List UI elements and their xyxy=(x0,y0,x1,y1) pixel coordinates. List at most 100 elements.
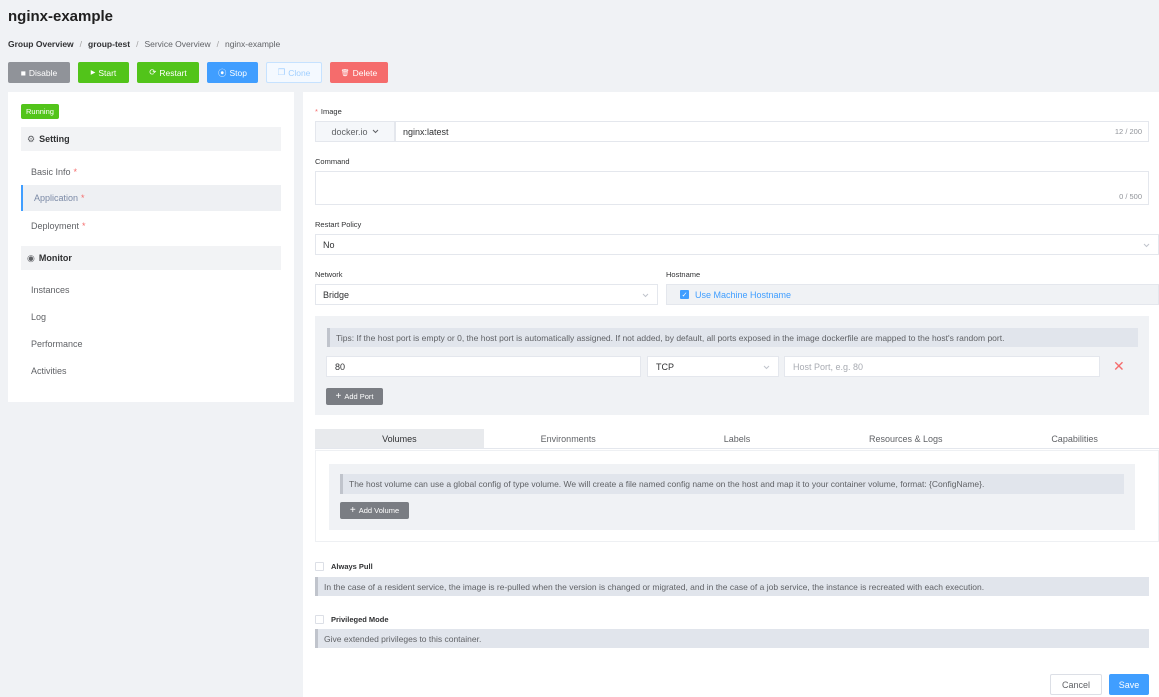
required-mark: * xyxy=(315,107,318,116)
delete-button[interactable]: 🗑 Delete xyxy=(330,62,388,83)
privileged-mode-label: Privileged Mode xyxy=(331,615,389,624)
restart-policy-select[interactable]: No xyxy=(315,234,1159,255)
start-button[interactable]: ▶ Start xyxy=(78,62,129,83)
sidebar-group-setting: ⚙ Setting xyxy=(21,127,281,151)
clone-button[interactable]: ❐ Clone xyxy=(266,62,322,83)
chevron-down-icon xyxy=(372,129,378,134)
restart-policy-label: Restart Policy xyxy=(315,220,362,229)
chevron-down-icon xyxy=(763,365,770,370)
config-tabs: Volumes Environments Labels Resources & … xyxy=(315,429,1159,449)
clone-button-label: Clone xyxy=(288,67,311,78)
page-title: nginx-example xyxy=(8,8,114,25)
image-input[interactable]: nginx:latest 12 / 200 xyxy=(395,121,1149,142)
tab-capabilities[interactable]: Capabilities xyxy=(990,429,1159,448)
delete-button-label: Delete xyxy=(352,67,378,78)
cancel-button[interactable]: Cancel xyxy=(1050,674,1102,695)
breadcrumb-group-overview[interactable]: Group Overview xyxy=(8,39,74,49)
checkbox-icon xyxy=(315,562,324,571)
container-port-value: 80 xyxy=(335,361,346,372)
tab-environments[interactable]: Environments xyxy=(484,429,653,448)
sidebar-item-label: Log xyxy=(31,312,47,322)
registry-select[interactable]: docker.io xyxy=(315,121,395,142)
refresh-icon: ⟳ xyxy=(149,67,157,77)
image-label-text: Image xyxy=(320,107,342,116)
close-icon[interactable]: ✕ xyxy=(1113,358,1125,375)
sidebar-item-label: Performance xyxy=(31,339,83,349)
add-volume-button[interactable]: + Add Volume xyxy=(340,502,409,519)
sidebar-item-performance[interactable]: Performance xyxy=(21,331,281,357)
image-label: * Image xyxy=(315,107,342,116)
image-input-value: nginx:latest xyxy=(403,126,449,137)
checkbox-icon xyxy=(315,615,324,624)
status-badge: Running xyxy=(21,104,59,119)
restart-button[interactable]: ⟳ Restart xyxy=(137,62,199,83)
stop-button[interactable]: ⦿ Stop xyxy=(207,62,258,83)
checkbox-checked-icon: ✓ xyxy=(680,290,689,299)
monitor-icon: ◉ xyxy=(27,252,35,263)
sidebar: Running ⚙ Setting Basic Info * Applicatio… xyxy=(8,92,294,402)
required-mark: * xyxy=(73,167,78,177)
chevron-down-icon xyxy=(1143,243,1150,248)
sidebar-item-instances[interactable]: Instances xyxy=(21,277,281,303)
breadcrumb-group-test[interactable]: group-test xyxy=(88,39,130,49)
sidebar-item-basic-info[interactable]: Basic Info * xyxy=(21,159,281,185)
breadcrumb-separator: / xyxy=(136,39,139,49)
container-port-input[interactable]: 80 xyxy=(326,356,641,377)
breadcrumb-separator: / xyxy=(79,39,83,49)
privileged-mode-checkbox[interactable]: Privileged Mode xyxy=(315,615,389,624)
required-mark: * xyxy=(82,221,86,231)
chevron-down-icon xyxy=(642,293,649,298)
volumes-panel: The host volume can use a global config … xyxy=(315,450,1159,542)
breadcrumb-current: nginx-example xyxy=(224,39,281,49)
tab-resources-logs[interactable]: Resources & Logs xyxy=(821,429,990,448)
start-button-label: Start xyxy=(98,67,117,78)
sidebar-item-deployment[interactable]: Deployment * xyxy=(21,213,281,239)
main-form: * Image docker.io nginx:latest 12 / 200 C… xyxy=(303,92,1159,697)
sidebar-item-log[interactable]: Log xyxy=(21,304,281,330)
required-mark: * xyxy=(81,193,85,203)
save-button[interactable]: Save xyxy=(1109,674,1149,695)
stop-circle-icon: ⦿ xyxy=(217,67,227,78)
plus-icon: + xyxy=(335,391,342,402)
sidebar-item-application[interactable]: Application * xyxy=(21,185,281,211)
sidebar-item-label: Activities xyxy=(31,366,67,376)
command-char-count: 0 / 500 xyxy=(1119,192,1142,201)
restart-policy-value: No xyxy=(323,239,335,250)
stop-button-label: Stop xyxy=(229,67,248,78)
sidebar-item-label: Deployment xyxy=(31,221,80,231)
sidebar-item-label: Instances xyxy=(31,285,70,295)
add-port-label: Add Port xyxy=(344,392,374,401)
ports-section: Tips: If the host port is empty or 0, th… xyxy=(315,316,1149,415)
always-pull-checkbox[interactable]: Always Pull xyxy=(315,562,373,571)
ports-tips: Tips: If the host port is empty or 0, th… xyxy=(327,328,1138,347)
volumes-tips: The host volume can use a global config … xyxy=(340,474,1124,494)
host-port-placeholder: Host Port, e.g. 80 xyxy=(793,361,864,372)
breadcrumb: Group Overview / group-test / Service Ov… xyxy=(8,39,280,49)
command-textarea[interactable]: 0 / 500 xyxy=(315,171,1149,205)
protocol-select[interactable]: TCP xyxy=(647,356,779,377)
use-machine-hostname-checkbox[interactable]: ✓ Use Machine Hostname xyxy=(666,284,1159,305)
add-volume-label: Add Volume xyxy=(358,506,400,515)
breadcrumb-separator: / xyxy=(216,39,219,49)
host-port-input[interactable]: Host Port, e.g. 80 xyxy=(784,356,1100,377)
sidebar-group-label: Setting xyxy=(39,134,70,144)
registry-value: docker.io xyxy=(331,126,368,137)
network-value: Bridge xyxy=(323,289,350,300)
plus-icon: + xyxy=(349,505,356,516)
tab-labels[interactable]: Labels xyxy=(653,429,822,448)
tab-volumes[interactable]: Volumes xyxy=(315,429,484,448)
sidebar-group-monitor: ◉ Monitor xyxy=(21,246,281,270)
play-icon: ▶ xyxy=(90,70,96,76)
copy-icon: ❐ xyxy=(277,67,286,77)
network-select[interactable]: Bridge xyxy=(315,284,658,305)
sidebar-item-label: Basic Info xyxy=(31,167,71,177)
sidebar-item-label: Application xyxy=(34,193,79,203)
image-char-count: 12 / 200 xyxy=(1114,127,1142,136)
restart-button-label: Restart xyxy=(159,67,187,78)
sidebar-item-activities[interactable]: Activities xyxy=(21,358,281,384)
disable-button[interactable]: ■ Disable xyxy=(8,62,70,83)
breadcrumb-service-overview[interactable]: Service Overview xyxy=(144,39,210,49)
command-label: Command xyxy=(315,157,350,166)
add-port-button[interactable]: + Add Port xyxy=(326,388,383,405)
gear-icon: ⚙ xyxy=(27,133,36,144)
